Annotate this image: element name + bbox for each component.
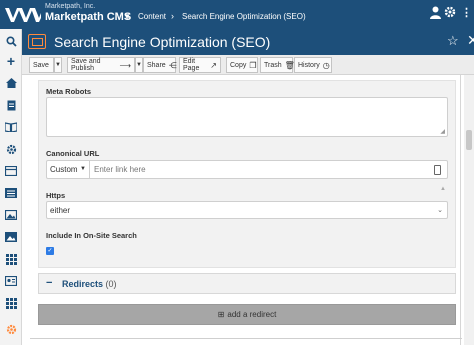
close-icon[interactable]: ✕: [467, 32, 474, 49]
edit-page-button[interactable]: Edit Page ↗: [179, 57, 221, 73]
history-button[interactable]: History ◷: [294, 57, 332, 73]
more-vertical-icon[interactable]: ⋮: [461, 6, 472, 19]
add-icon[interactable]: +: [3, 53, 19, 69]
resize-handle-icon[interactable]: ◢: [440, 128, 445, 135]
brand[interactable]: Marketpath, Inc. Marketpath CMS: [45, 3, 131, 23]
list-icon[interactable]: [3, 185, 19, 201]
add-redirect-label: add a redirect: [227, 310, 277, 319]
collapse-icon[interactable]: −: [46, 277, 52, 289]
copy-button[interactable]: Copy ❐: [226, 57, 258, 73]
page-icon[interactable]: [3, 97, 19, 113]
copy-icon: ❐: [249, 60, 257, 70]
https-label: Https: [46, 191, 66, 200]
chevron-down-icon: ▼: [80, 166, 86, 172]
edit-page-label: Edit Page: [183, 58, 200, 72]
image-icon[interactable]: [3, 207, 19, 223]
meta-robots-label: Meta Robots: [46, 87, 91, 96]
breadcrumb-content[interactable]: Content: [138, 12, 166, 21]
document-picker-icon[interactable]: [434, 165, 441, 175]
top-bar: Marketpath, Inc. Marketpath CMS ▼ › Cont…: [0, 0, 474, 29]
breadcrumb-separator: ›: [127, 11, 130, 21]
divider: [460, 75, 461, 345]
scrollbar-thumb[interactable]: [466, 130, 472, 150]
redirects-header[interactable]: − Redirects (0): [38, 273, 456, 294]
apps-icon[interactable]: [3, 295, 19, 311]
canonical-url-input[interactable]: Enter link here: [90, 160, 448, 179]
page-title: Search Engine Optimization (SEO): [54, 34, 271, 50]
toolbar: Save ▼ Save and Publish ⟶ ▼ Share ⋲ Edit P…: [22, 55, 474, 75]
left-sidebar: +: [0, 29, 22, 345]
add-redirect-button[interactable]: ⊞ add a redirect: [38, 304, 456, 325]
onsite-search-checkbox[interactable]: ✓: [46, 247, 54, 255]
sort-icon: ▲: [440, 186, 446, 192]
save-button[interactable]: Save: [29, 57, 54, 73]
user-icon[interactable]: [430, 6, 441, 19]
link-type-select[interactable]: Custom ▼: [46, 160, 90, 179]
canonical-url-label: Canonical URL: [46, 149, 100, 158]
id-card-icon[interactable]: [3, 273, 19, 289]
divider: [30, 338, 462, 339]
save-label: Save: [33, 61, 49, 69]
seo-form-panel: Meta Robots ◢ Canonical URL Custom ▼ Ent…: [38, 80, 456, 268]
publish-dropdown-caret[interactable]: ▼: [135, 57, 143, 73]
chevron-down-icon: ⌄: [437, 207, 443, 214]
arrow-right-icon: ⟶: [119, 60, 131, 70]
share-icon: ⋲: [168, 60, 177, 70]
grid-icon[interactable]: [3, 251, 19, 267]
save-publish-button[interactable]: Save and Publish ⟶: [67, 57, 135, 73]
breadcrumb-separator: ›: [171, 11, 174, 21]
plus-square-icon: ⊞: [217, 310, 225, 319]
redirects-count: (0): [105, 279, 117, 289]
star-icon[interactable]: ☆: [447, 33, 459, 49]
external-link-icon: ↗: [210, 60, 217, 70]
brand-product: Marketpath CMS: [45, 11, 132, 23]
gallery-icon[interactable]: [3, 229, 19, 245]
scrollbar[interactable]: [464, 75, 474, 345]
save-publish-label: Save and Publish: [71, 58, 101, 72]
https-value: either: [50, 206, 71, 215]
trash-label: Trash: [264, 61, 282, 69]
settings-icon[interactable]: [3, 141, 19, 157]
meta-robots-textarea[interactable]: ◢: [46, 97, 448, 137]
book-icon[interactable]: [3, 119, 19, 135]
history-label: History: [298, 61, 320, 69]
seo-page-icon: [28, 34, 46, 49]
admin-settings-icon[interactable]: [3, 321, 19, 337]
save-dropdown-caret[interactable]: ▼: [54, 57, 62, 73]
copy-label: Copy: [230, 61, 247, 69]
clock-icon: ◷: [322, 60, 330, 70]
redirects-label: Redirects: [62, 279, 104, 289]
link-type-value: Custom: [50, 165, 78, 174]
marketpath-logo: [5, 8, 41, 22]
search-icon[interactable]: [3, 33, 19, 49]
share-button[interactable]: Share ⋲: [143, 57, 177, 73]
home-icon[interactable]: [3, 75, 19, 91]
title-bar: Search Engine Optimization (SEO) ☆ ✕: [22, 29, 474, 55]
gear-icon[interactable]: [444, 6, 456, 18]
layout-icon[interactable]: [3, 163, 19, 179]
https-select[interactable]: either ⌄: [46, 201, 448, 219]
share-label: Share: [147, 61, 166, 69]
brand-company: Marketpath, Inc.: [45, 3, 96, 10]
breadcrumb-current: Search Engine Optimization (SEO): [182, 12, 306, 21]
trash-button[interactable]: Trash 🗑: [260, 57, 295, 73]
redirects-title: Redirects (0): [62, 279, 117, 289]
onsite-search-label: Include In On-Site Search: [46, 231, 137, 240]
canonical-url-row: Custom ▼ Enter link here: [46, 160, 448, 179]
canonical-url-placeholder: Enter link here: [94, 165, 146, 174]
